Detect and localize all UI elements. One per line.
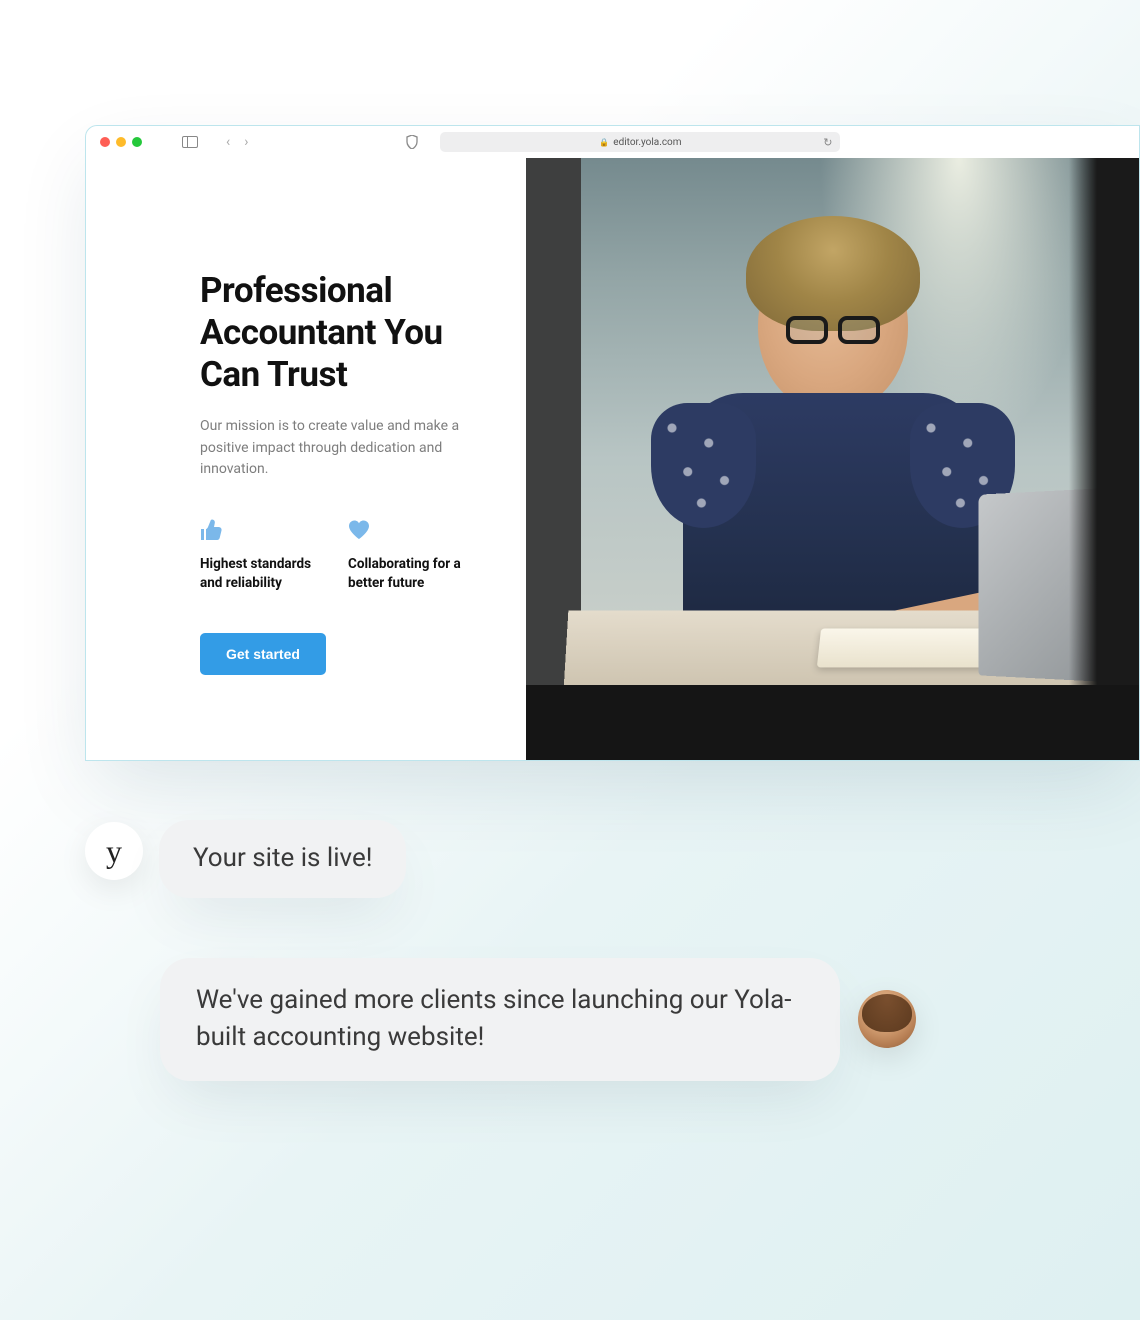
- get-started-button[interactable]: Get started: [200, 633, 326, 675]
- yola-avatar: y: [85, 822, 143, 880]
- sidebar-toggle-icon[interactable]: [182, 136, 198, 148]
- reload-icon[interactable]: ↻: [823, 136, 832, 149]
- feature-item: Collaborating for a better future: [348, 519, 466, 593]
- hero-image: [526, 158, 1139, 760]
- website-preview: Professional Accountant You Can Trust Ou…: [86, 158, 1139, 760]
- nav-arrows: ‹ ›: [226, 134, 248, 150]
- hero-left-panel: Professional Accountant You Can Trust Ou…: [86, 158, 526, 760]
- close-window-icon[interactable]: [100, 137, 110, 147]
- privacy-shield-icon[interactable]: [406, 135, 418, 149]
- heart-icon: [348, 519, 466, 541]
- thumbs-up-icon: [200, 519, 320, 541]
- browser-mockup: ‹ › 🔒 editor.yola.com ↻ Professional Acc…: [85, 125, 1140, 761]
- lock-icon: 🔒: [599, 138, 609, 147]
- hero-heading: Professional Accountant You Can Trust: [200, 270, 466, 396]
- chat-message-user: We've gained more clients since launchin…: [160, 958, 940, 1081]
- minimize-window-icon[interactable]: [116, 137, 126, 147]
- feature-list: Highest standards and reliability Collab…: [200, 519, 466, 593]
- window-controls: [100, 137, 142, 147]
- browser-chrome: ‹ › 🔒 editor.yola.com ↻: [86, 126, 1139, 158]
- hero-body: Our mission is to create value and make …: [200, 416, 460, 481]
- feature-title: Collaborating for a better future: [348, 555, 466, 593]
- chat-bubble: Your site is live!: [159, 820, 406, 898]
- nav-back-icon[interactable]: ‹: [226, 134, 230, 150]
- maximize-window-icon[interactable]: [132, 137, 142, 147]
- feature-title: Highest standards and reliability: [200, 555, 320, 593]
- nav-forward-icon[interactable]: ›: [244, 134, 248, 150]
- address-bar-url: editor.yola.com: [613, 137, 681, 148]
- chat-area: y Your site is live! We've gained more c…: [85, 820, 940, 1141]
- chat-message-yola: y Your site is live!: [85, 820, 940, 898]
- chat-bubble: We've gained more clients since launchin…: [160, 958, 840, 1081]
- user-avatar: [858, 990, 916, 1048]
- photo-scene: [526, 158, 1139, 760]
- address-bar[interactable]: 🔒 editor.yola.com ↻: [440, 132, 840, 152]
- feature-item: Highest standards and reliability: [200, 519, 320, 593]
